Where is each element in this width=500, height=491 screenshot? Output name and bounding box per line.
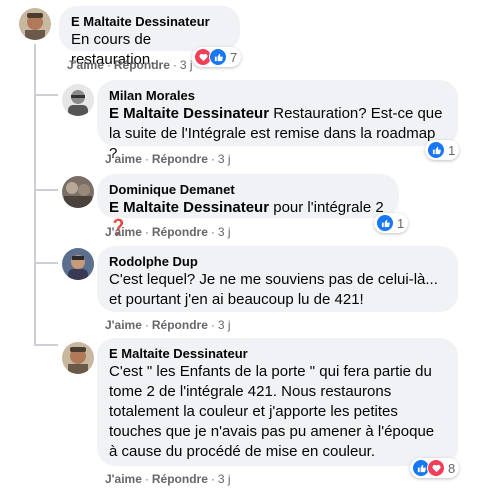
comment-author[interactable]: Milan Morales (109, 88, 446, 104)
comment-actions: J'aime · Répondre · 3 j (105, 152, 231, 166)
reaction-count: 1 (397, 215, 405, 231)
comment-author[interactable]: Dominique Demanet (109, 182, 387, 198)
comment-bubble: E Maltaite Dessinateur C'est " les Enfan… (97, 338, 458, 466)
like-link[interactable]: J'aime (105, 318, 142, 332)
like-link[interactable]: J'aime (105, 152, 142, 166)
thread-branch (34, 189, 58, 191)
avatar[interactable] (19, 8, 51, 40)
timestamp[interactable]: 3 j (218, 472, 231, 486)
timestamp[interactable]: 3 j (218, 152, 231, 166)
comment-actions: J'aime · Répondre · 3 j (105, 318, 231, 332)
reply-link[interactable]: Répondre (152, 318, 208, 332)
reactions-summary[interactable]: 7 (192, 47, 242, 67)
reaction-count: 7 (230, 49, 238, 65)
avatar[interactable] (62, 84, 94, 116)
reactions-summary[interactable]: 1 (374, 213, 409, 233)
comment-bubble: E Maltaite Dessinateur En cours de resta… (59, 6, 240, 68)
comment-text: C'est lequel? Je ne me souviens pas de c… (109, 271, 438, 308)
reactions-summary[interactable]: 8 (410, 458, 460, 478)
avatar[interactable] (62, 248, 94, 280)
timestamp[interactable]: 3 j (218, 318, 231, 332)
mention-link[interactable]: E Maltaite Dessinateur (109, 199, 269, 216)
thread-branch (34, 262, 58, 264)
like-link[interactable]: J'aime (105, 472, 142, 486)
timestamp[interactable]: 3 j (180, 58, 193, 72)
like-link[interactable]: J'aime (67, 58, 104, 72)
comment-actions: J'aime · Répondre · 3 j (67, 58, 193, 72)
like-link[interactable]: J'aime (105, 225, 142, 239)
thread-branch (34, 344, 58, 346)
reactions-summary[interactable]: 1 (425, 140, 460, 160)
reaction-count: 1 (448, 142, 456, 158)
reply-link[interactable]: Répondre (152, 225, 208, 239)
like-reaction-icon (427, 141, 445, 159)
comment-author[interactable]: E Maltaite Dessinateur (71, 14, 228, 30)
reply-link[interactable]: Répondre (152, 472, 208, 486)
mention-link[interactable]: E Maltaite Dessinateur (109, 105, 269, 122)
love-reaction-icon (427, 459, 445, 477)
reaction-count: 8 (448, 460, 456, 476)
like-reaction-icon (209, 48, 227, 66)
reply-link[interactable]: Répondre (152, 152, 208, 166)
comment-actions: J'aime · Répondre · 3 j (105, 472, 231, 486)
comment-actions: J'aime · Répondre · 3 j (105, 225, 231, 239)
avatar[interactable] (62, 342, 94, 374)
reply-link[interactable]: Répondre (114, 58, 170, 72)
like-reaction-icon (376, 214, 394, 232)
comment-author[interactable]: Rodolphe Dup (109, 254, 446, 270)
comment-bubble: Rodolphe Dup C'est lequel? Je ne me souv… (97, 246, 458, 312)
thread-line (34, 44, 36, 344)
comment-bubble: Dominique Demanet E Maltaite Dessinateur… (97, 174, 399, 236)
comment-bubble: Milan Morales E Maltaite Dessinateur Res… (97, 80, 458, 162)
comment-text: C'est " les Enfants de la porte " qui fe… (109, 363, 435, 460)
avatar[interactable] (62, 176, 94, 208)
thread-branch (34, 94, 58, 96)
timestamp[interactable]: 3 j (218, 225, 231, 239)
comment-author[interactable]: E Maltaite Dessinateur (109, 346, 446, 362)
